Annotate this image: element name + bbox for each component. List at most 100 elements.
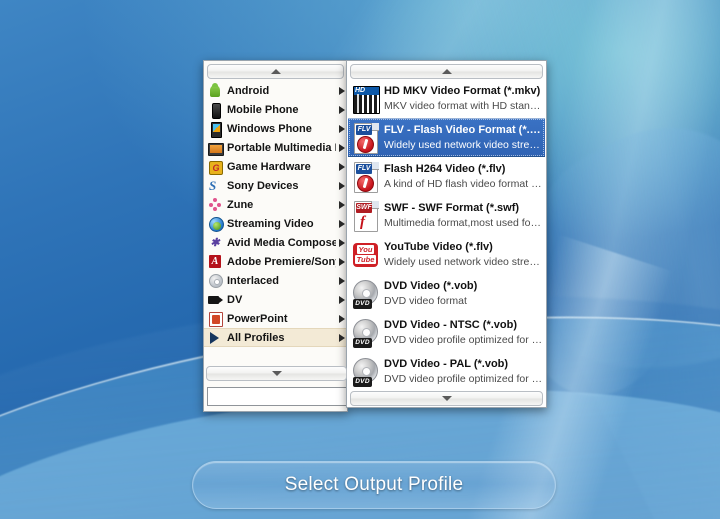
category-item-all-profiles[interactable]: All Profiles [204,328,347,347]
format-item-text: FLV - Flash Video Format (*.flv) Widely u… [384,123,543,153]
dvd-disc-icon: DVD [352,357,379,387]
format-item-text: DVD Video - PAL (*.vob) DVD video profile… [384,357,543,387]
category-item-label: Windows Phone [227,122,312,135]
chevron-right-icon [339,276,345,285]
category-item-label: Android [227,84,270,97]
format-item[interactable]: FLV Flash H264 Video (*.flv) A kind of HD … [348,157,545,196]
chevron-right-icon [339,238,345,247]
flv-icon: FLV [352,122,379,154]
chevron-right-icon [339,105,345,114]
category-item-label: All Profiles [227,331,285,344]
category-item-game-hardware[interactable]: G Game Hardware [204,157,347,176]
format-item-title: DVD Video - NTSC (*.vob) [384,318,518,331]
streaming-video-icon [208,216,224,232]
windows-phone-icon [208,121,222,138]
category-item-streaming-video[interactable]: Streaming Video [204,214,347,233]
category-item-label: PowerPoint [227,312,288,325]
chevron-right-icon [339,295,345,304]
category-item-interlaced[interactable]: Interlaced [204,271,347,290]
category-item-label: Streaming Video [227,217,314,230]
format-item[interactable]: DVD DVD Video - PAL (*.vob) DVD video prof… [348,352,545,390]
swf-icon: SWF f [352,200,379,232]
format-item-description: A kind of HD flash video format coding w… [384,177,543,190]
format-item-description: Widely used network video streaming medi… [384,255,543,268]
format-item-description: DVD video format [384,294,467,307]
category-item-portable-multimedia-dev[interactable]: Portable Multimedia Dev... [204,138,347,157]
hd-mkv-icon: HD [352,84,380,114]
category-item-label: Mobile Phone [227,103,299,116]
avid-icon: ✱ [210,236,220,249]
category-item-dv[interactable]: DV [204,290,347,309]
format-item[interactable]: SWF f SWF - SWF Format (*.swf) Multimedia f… [348,196,545,235]
format-scroll-up-button[interactable] [350,64,543,79]
powerpoint-icon [208,311,223,327]
format-item-title: DVD Video (*.vob) [384,279,478,292]
android-icon [208,82,222,98]
game-hardware-icon: G [208,160,223,175]
category-item-mobile-phone[interactable]: Mobile Phone [204,100,347,119]
category-item-android[interactable]: Android [204,81,347,100]
category-item-label: Sony Devices [227,179,299,192]
category-item-label: Adobe Premiere/Sony V... [227,255,336,268]
format-item-description: Multimedia format,most used for network … [384,216,543,229]
all-profiles-arrow-icon [208,331,222,345]
dvd-disc-icon: DVD [352,318,379,348]
category-item-sony-devices[interactable]: S Sony Devices [204,176,347,195]
category-item-label: Portable Multimedia Dev... [227,141,336,154]
category-item-label: Zune [227,198,254,211]
chevron-right-icon [339,219,345,228]
chevron-right-icon [339,124,345,133]
category-item-windows-phone[interactable]: Windows Phone [204,119,347,138]
category-list: Android Mobile Phone Windows Phone Portable… [204,81,347,347]
format-list: HD HD MKV Video Format (*.mkv) MKV video f… [348,79,545,390]
format-scroll-down-button[interactable] [350,391,543,406]
category-item-label: Interlaced [227,274,279,287]
triangle-up-icon [441,69,452,74]
category-item-label: Avid Media Composer [227,236,336,249]
format-item[interactable]: DVD DVD Video - NTSC (*.vob) DVD video pro… [348,313,545,352]
format-item-text: YouTube Video (*.flv) Widely used network… [384,240,543,270]
triangle-down-icon [271,371,282,376]
format-item-description: DVD video profile optimized for televisi… [384,372,543,385]
format-item[interactable]: You Tube YouTube Video (*.flv) Widely used … [348,235,545,274]
chevron-right-icon [339,181,345,190]
format-item-title: Flash H264 Video (*.flv) [384,162,506,175]
triangle-up-icon [270,69,281,74]
profile-search-bar [207,387,371,406]
chevron-right-icon [339,333,345,342]
category-panel: Android Mobile Phone Windows Phone Portable… [203,60,371,412]
adobe-premiere-icon: A [208,254,222,269]
category-scroll-up-button[interactable] [207,64,344,79]
format-item-text: Flash H264 Video (*.flv) A kind of HD fla… [384,162,543,192]
format-item-description: MKV video format with HD standard [384,99,543,112]
camcorder-icon [208,293,223,307]
format-item[interactable]: DVD DVD Video (*.vob) DVD video format [348,274,545,313]
chevron-right-icon [339,162,345,171]
category-item-zune[interactable]: Zune [204,195,347,214]
format-item-title: SWF - SWF Format (*.swf) [384,201,520,214]
category-item-powerpoint[interactable]: PowerPoint [204,309,347,328]
select-output-profile-button[interactable]: Select Output Profile [192,461,556,509]
format-item-title: FLV - Flash Video Format (*.flv) [384,123,543,136]
format-item-title: YouTube Video (*.flv) [384,240,493,253]
format-item-text: HD MKV Video Format (*.mkv) MKV video for… [384,84,543,114]
category-item-label: DV [227,293,243,306]
portable-media-icon [208,141,224,156]
mobile-phone-icon [208,102,222,119]
output-profile-popup: Android Mobile Phone Windows Phone Portable… [203,60,547,412]
chevron-right-icon [339,257,345,266]
chevron-right-icon [339,314,345,323]
sony-icon: S [209,177,217,193]
category-item-adobe-premiere-sony-v[interactable]: A Adobe Premiere/Sony V... [204,252,347,271]
format-item-text: DVD Video (*.vob) DVD video format [384,279,543,309]
search-input[interactable] [207,387,359,406]
format-item[interactable]: FLV FLV - Flash Video Format (*.flv) Widel… [348,118,545,157]
format-item[interactable]: HD HD MKV Video Format (*.mkv) MKV video f… [348,79,545,118]
category-scroll-down-button[interactable] [206,366,347,381]
triangle-down-icon [441,396,452,401]
format-item-text: DVD Video - NTSC (*.vob) DVD video profil… [384,318,543,348]
category-item-avid-media-composer[interactable]: ✱ Avid Media Composer [204,233,347,252]
format-item-title: HD MKV Video Format (*.mkv) [384,84,541,97]
format-item-description: DVD video profile optimized for televisi… [384,333,543,346]
flv-icon: FLV [352,161,379,193]
